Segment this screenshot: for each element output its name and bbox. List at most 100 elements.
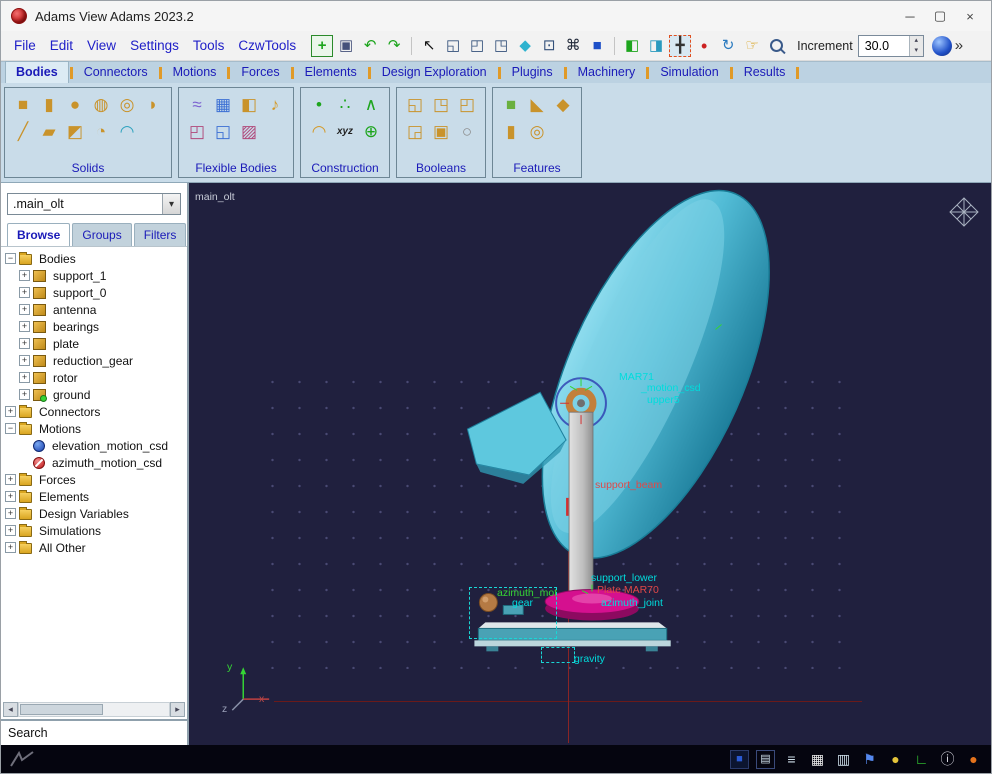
expand-icon[interactable]: + [19,287,30,298]
plot-window-icon[interactable]: ▤ [756,749,775,769]
plate-solid-icon[interactable]: ▰ [36,118,62,145]
subtract-icon[interactable]: ◰ [454,91,480,118]
expand-icon[interactable]: + [19,304,30,315]
tree-item-label[interactable]: elevation_motion_csd [49,439,171,453]
point-icon[interactable]: • [306,91,332,118]
tree-item-label[interactable]: Connectors [36,405,103,419]
ellipsoid-solid-icon[interactable]: ◍ [88,91,114,118]
search-input[interactable]: Search [1,719,187,745]
ribbon-group-label[interactable]: Solids [10,158,166,176]
expand-icon[interactable]: + [5,542,16,553]
tab-results[interactable]: Results [734,62,796,83]
expand-icon[interactable]: + [19,372,30,383]
point-table-icon[interactable]: ∴ [332,91,358,118]
tree-item-rotor[interactable]: + rotor [1,369,187,386]
scrollbar-thumb[interactable] [20,704,103,715]
modal-force-icon[interactable]: ♪ [262,91,288,118]
top-view-icon[interactable]: ◳ [490,35,512,57]
sweep-solid-icon[interactable]: ◠ [114,118,140,145]
tab-forces[interactable]: Forces [231,62,289,83]
hotpoint-icon[interactable]: • [693,35,715,57]
fit-view-icon[interactable]: ⊡ [538,35,560,57]
collapse-icon[interactable]: − [5,253,16,264]
status-indicator-icon[interactable]: ● [964,750,983,769]
tree-item-connectors[interactable]: + Connectors [1,403,187,420]
zoom-icon[interactable] [765,35,787,57]
tree-item-azimuth-motion-csd[interactable]: azimuth_motion_csd [1,454,187,471]
polyline-icon[interactable]: ∧ [358,91,384,118]
menu-view[interactable]: View [80,35,123,56]
dropdown-arrow-icon[interactable]: ▾ [162,194,180,214]
tree-item-label[interactable]: reduction_gear [50,354,136,368]
intersect-icon[interactable]: ◳ [428,91,454,118]
render-mode-icon[interactable]: ■ [730,749,749,769]
rotate-view-icon[interactable]: ↻ [717,35,739,57]
ribbon-group-label[interactable]: Flexible Bodies [184,158,288,176]
expand-icon[interactable]: + [19,389,30,400]
box-solid-icon[interactable]: ■ [10,91,36,118]
undo-icon[interactable]: ↶ [359,35,381,57]
tree-item-label[interactable]: bearings [50,320,102,334]
sidebar-tab-filters[interactable]: Filters [133,223,187,246]
union-icon[interactable]: ◱ [402,91,428,118]
view-compass-icon[interactable] [947,195,981,229]
view-assembly-icon[interactable]: ◨ [645,35,667,57]
maximize-button[interactable]: ▢ [925,4,955,28]
tree-item-label[interactable]: Bodies [36,252,79,266]
tree-item-label[interactable]: azimuth_motion_csd [49,456,165,470]
tree-item-elements[interactable]: + Elements [1,488,187,505]
toolbar-overflow-chevron[interactable]: » [955,37,963,54]
minimize-button[interactable]: ─ [895,4,925,28]
multi-select-icon[interactable]: ⌘ [562,35,584,57]
cylinder-solid-icon[interactable]: ▮ [36,91,62,118]
unite-chain-icon[interactable]: ○ [454,118,480,145]
extrusion-solid-icon[interactable]: ◩ [62,118,88,145]
tree-item-label[interactable]: Elements [36,490,92,504]
revolution-solid-icon[interactable]: ◔ [88,118,114,145]
expand-icon[interactable]: + [19,270,30,281]
support-column[interactable] [568,411,594,602]
spreadsheet-icon[interactable]: ▥ [834,750,853,769]
flex-edit-icon[interactable]: ◱ [210,118,236,145]
chain-icon[interactable]: ▣ [428,118,454,145]
tab-elements[interactable]: Elements [295,62,367,83]
tree-item-ground[interactable]: + ground [1,386,187,403]
sidebar-tab-browse[interactable]: Browse [7,223,71,246]
expand-icon[interactable]: + [19,355,30,366]
menu-file[interactable]: File [7,35,43,56]
split-icon[interactable]: ◲ [402,118,428,145]
frustum-solid-icon[interactable]: ◗ [140,91,166,118]
close-button[interactable]: × [955,4,985,28]
rigid-to-flex-icon[interactable]: ◧ [236,91,262,118]
expand-icon[interactable]: + [19,321,30,332]
menu-settings[interactable]: Settings [123,35,186,56]
command-window-icon[interactable]: ≡ [782,750,801,769]
scroll-right-icon[interactable]: ▸ [170,702,185,717]
expand-icon[interactable]: + [5,491,16,502]
tree-item-elevation-motion-csd[interactable]: elevation_motion_csd [1,437,187,454]
expand-icon[interactable]: + [5,406,16,417]
ribbon-group-label[interactable]: Booleans [402,158,480,176]
tree-item-label[interactable]: plate [50,337,82,351]
tab-plugins[interactable]: Plugins [502,62,563,83]
tab-motions[interactable]: Motions [163,62,227,83]
spinner-down-icon[interactable]: ▾ [909,45,923,56]
increment-spinner[interactable]: ▴ ▾ [908,35,923,56]
new-model-icon[interactable]: + [311,34,334,57]
tree-item-label[interactable]: Forces [36,473,79,487]
hole-icon[interactable]: ◆ [550,91,576,118]
tree-item-label[interactable]: antenna [50,303,99,317]
position-snap-icon[interactable]: ╋ [669,34,692,57]
tab-machinery[interactable]: Machinery [568,62,646,83]
menu-edit[interactable]: Edit [43,35,80,56]
increment-value[interactable]: 30.0 [859,36,909,56]
mesh-icon[interactable]: ▦ [210,91,236,118]
pan-hand-icon[interactable]: ☞ [741,35,763,57]
tree-item-support-0[interactable]: + support_0 [1,284,187,301]
shaded-view-icon[interactable]: ◆ [514,35,536,57]
tree-item-antenna[interactable]: + antenna [1,301,187,318]
sidebar-tab-groups[interactable]: Groups [72,223,132,246]
tree-item-label[interactable]: support_1 [50,269,109,283]
info-icon[interactable]: ⓘ [938,750,957,769]
save-icon[interactable]: ▣ [335,35,357,57]
